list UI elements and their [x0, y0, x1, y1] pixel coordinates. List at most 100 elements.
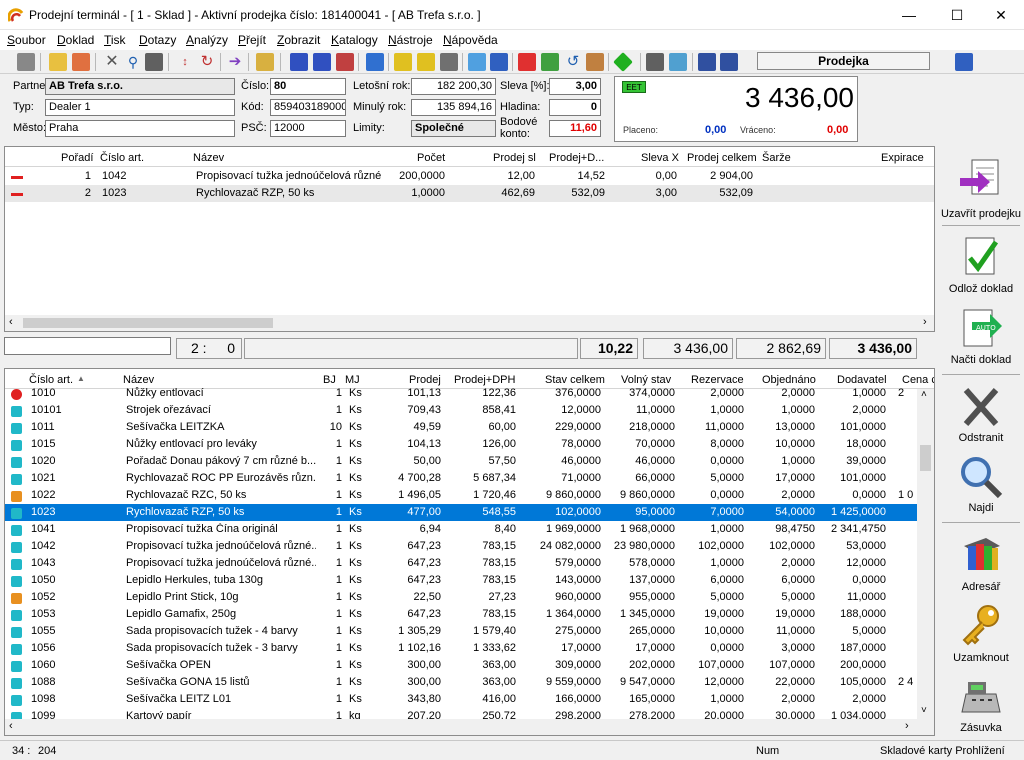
menu-tisk[interactable]: Tisk: [104, 33, 126, 47]
print-preview-icon[interactable]: [669, 53, 687, 71]
col-expirace[interactable]: Expirace: [881, 152, 924, 164]
menu-prejit[interactable]: Přejít: [238, 33, 266, 47]
print-icon[interactable]: [646, 53, 664, 71]
table-row[interactable]: 1052 Lepidlo Print Stick, 10g 1 Ks 22,50 27,2…: [5, 589, 934, 606]
table-row[interactable]: 1098 Sešívačka LEITZ L01 1 Ks 343,80 416,00 16…: [5, 691, 934, 708]
table-row[interactable]: 1056 Sada propisovacích tužek - 3 barvy 1 K…: [5, 640, 934, 657]
menu-doklad[interactable]: Doklad: [57, 33, 94, 47]
kod-field[interactable]: 859403189000: [270, 99, 346, 116]
address-book-button[interactable]: Adresář: [940, 528, 1022, 596]
table-row[interactable]: 10101 Strojek ořezávací 1 Ks 709,43 858,41 12,…: [5, 402, 934, 419]
table-icon[interactable]: [417, 53, 435, 71]
table-row[interactable]: 1060 Sešívačka OPEN 1 Ks 300,00 363,00 309,000…: [5, 657, 934, 674]
table-row[interactable]: 1042 Propisovací tužka jednoúčelová různé…: [5, 538, 934, 555]
tree-icon[interactable]: [256, 53, 274, 71]
export-icon[interactable]: [313, 53, 331, 71]
table-row[interactable]: 1020 Pořadač Donau pákový 7 cm různé b...…: [5, 453, 934, 470]
horizontal-scrollbar-2[interactable]: ‹ ›: [5, 719, 934, 735]
col-poradi[interactable]: Pořadí: [61, 152, 93, 164]
table-row[interactable]: 1022 Rychlovazač RZC, 50 ks 1 Ks 1 496,05 1 7…: [5, 487, 934, 504]
scroll-up-icon[interactable]: ˄: [921, 389, 927, 400]
table-row[interactable]: 1043 Propisovací tužka jednoúčelová různé…: [5, 555, 934, 572]
mesto-field[interactable]: Praha: [45, 120, 235, 137]
table-row[interactable]: 2 1023 Rychlovazač RZP, 50 ks 1,0000 462…: [5, 185, 934, 202]
psc-field[interactable]: 12000: [270, 120, 346, 137]
folder-icon[interactable]: [440, 53, 458, 71]
table-row[interactable]: 1041 Propisovací tužka Čína originál 1 Ks 6,…: [5, 521, 934, 538]
scroll-left-icon[interactable]: ‹: [9, 316, 13, 328]
menu-katalogy[interactable]: Katalogy: [331, 33, 378, 47]
arrow-right-icon[interactable]: ➔: [226, 53, 244, 71]
edit-icon[interactable]: [72, 53, 90, 71]
vertical-scrollbar[interactable]: ˄ ˅: [917, 389, 934, 719]
cash-drawer-button[interactable]: Zásuvka: [940, 670, 1022, 736]
park-document-button[interactable]: Odlož doklad: [940, 230, 1022, 298]
menu-analyzy[interactable]: Analýzy: [186, 33, 228, 47]
table-row[interactable]: 1053 Lepidlo Gamafix, 250g 1 Ks 647,23 783,15…: [5, 606, 934, 623]
table-row[interactable]: 1088 Sešívačka GONA 15 listů 1 Ks 300,00 363,…: [5, 674, 934, 691]
scroll-right-icon[interactable]: ›: [923, 316, 927, 328]
menu-dotazy[interactable]: Dotazy: [139, 33, 176, 47]
tools-icon[interactable]: [586, 53, 604, 71]
table-row[interactable]: 1011 Sešívačka LEITZKA 10 Ks 49,59 60,00 229,0…: [5, 419, 934, 436]
horizontal-scrollbar[interactable]: ‹ ›: [5, 315, 934, 331]
col-cislo[interactable]: Číslo art.: [100, 152, 144, 164]
search-icon[interactable]: ⚲: [124, 53, 142, 71]
scroll-right-icon[interactable]: ›: [905, 720, 909, 732]
window-switch-icon[interactable]: [955, 53, 973, 71]
transfer-icon[interactable]: [336, 53, 354, 71]
binoculars-icon[interactable]: [145, 53, 163, 71]
table-row[interactable]: 1021 Rychlovazač ROC PP Eurozávěs různ...…: [5, 470, 934, 487]
col-pocet[interactable]: Počet: [417, 152, 445, 164]
save-icon[interactable]: [366, 53, 384, 71]
mail-icon[interactable]: [468, 53, 486, 71]
col-nazev[interactable]: Název: [193, 152, 224, 164]
lock-button[interactable]: Uzamknout: [940, 598, 1022, 668]
hladina-field[interactable]: 0: [549, 99, 601, 116]
table-row[interactable]: 1050 Lepidlo Herkules, tuba 130g 1 Ks 647,23…: [5, 572, 934, 589]
find-button[interactable]: Najdi: [940, 450, 1022, 520]
undo-icon[interactable]: ↺: [564, 53, 582, 71]
diamond-icon[interactable]: [613, 52, 633, 72]
print-batch-icon[interactable]: [720, 53, 738, 71]
pdf-icon[interactable]: [518, 53, 536, 71]
table-row[interactable]: 1015 Nůžky entlovací pro leváky 1 Ks 104,13 1…: [5, 436, 934, 453]
delete-icon[interactable]: ✕: [103, 53, 121, 71]
menu-nastroje[interactable]: Nástroje: [388, 33, 433, 47]
money-icon[interactable]: [541, 53, 559, 71]
partner-field[interactable]: AB Trefa s.r.o.: [45, 78, 235, 95]
scroll-left-icon[interactable]: ‹: [9, 720, 13, 732]
maximize-button[interactable]: ☐: [934, 0, 980, 30]
col-prodej-dph[interactable]: Prodej+D...: [549, 152, 604, 164]
sleva-field[interactable]: 3,00: [549, 78, 601, 95]
load-document-button[interactable]: AUTO Načti doklad: [940, 300, 1022, 370]
sort-icon[interactable]: ↕: [176, 53, 194, 71]
network-icon[interactable]: [490, 53, 508, 71]
close-sale-button[interactable]: Uzavřít prodejku: [940, 152, 1022, 222]
refresh-icon[interactable]: ↻: [198, 53, 216, 71]
scroll-down-icon[interactable]: ˅: [921, 705, 927, 716]
barcode-input[interactable]: [4, 337, 171, 355]
grid-icon[interactable]: [394, 53, 412, 71]
open-icon[interactable]: [49, 53, 67, 71]
col-sleva[interactable]: Sleva X: [641, 152, 679, 164]
import-icon[interactable]: [290, 53, 308, 71]
menu-napoveda[interactable]: Nápověda: [443, 33, 498, 47]
col-prodej-celkem[interactable]: Prodej celkem: [687, 152, 757, 164]
col-prodej-sl[interactable]: Prodej sl: [493, 152, 536, 164]
table-row[interactable]: 1010 Nůžky entlovací 1 Ks 101,13 122,36 376,00…: [5, 385, 934, 402]
close-button[interactable]: ✕: [978, 0, 1024, 30]
table-row[interactable]: 1055 Sada propisovacích tužek - 4 barvy 1 K…: [5, 623, 934, 640]
print-setup-icon[interactable]: [698, 53, 716, 71]
minimize-button[interactable]: —: [886, 0, 932, 30]
cislo-field[interactable]: 80: [270, 78, 346, 95]
new-icon[interactable]: [17, 53, 35, 71]
typ-field[interactable]: Dealer 1: [45, 99, 235, 116]
remove-button[interactable]: Odstranit: [940, 380, 1022, 446]
menu-zobrazit[interactable]: Zobrazit: [277, 33, 320, 47]
table-row[interactable]: 1023 Rychlovazač RZP, 50 ks 1 Ks 477,00 548,5…: [5, 504, 934, 521]
col-sarze[interactable]: Šarže: [762, 152, 791, 164]
table-row[interactable]: 1 1042 Propisovací tužka jednoúčelová rů…: [5, 168, 934, 185]
scroll-thumb[interactable]: [23, 318, 273, 328]
vscroll-thumb[interactable]: [920, 445, 931, 471]
